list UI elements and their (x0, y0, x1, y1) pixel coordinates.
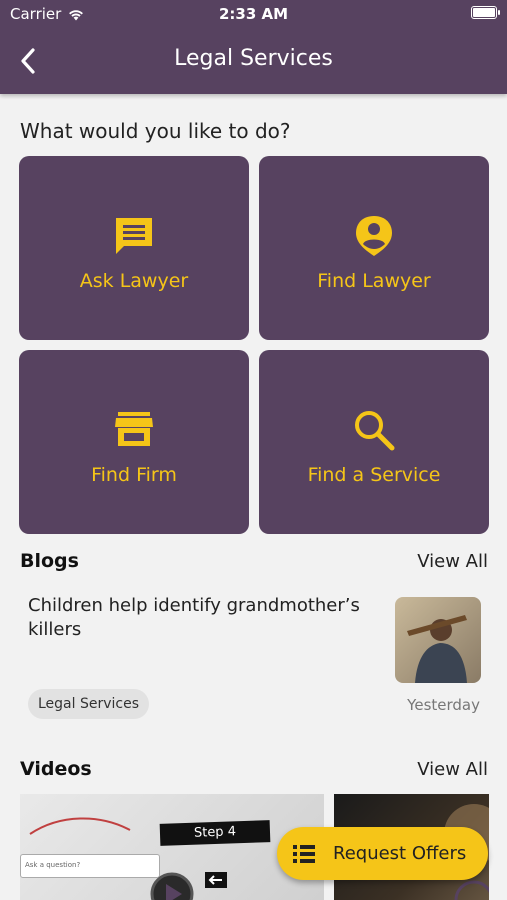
nav-bar: Legal Services (0, 28, 507, 94)
blog-thumbnail-image (395, 597, 481, 683)
battery-icon (471, 6, 500, 19)
action-prompt: What would you like to do? (20, 119, 291, 143)
blog-category-tag: Legal Services (28, 689, 150, 719)
request-offers-button[interactable]: Request Offers (277, 827, 488, 880)
blog-date: Yesterday (407, 696, 480, 714)
blogs-view-all-link[interactable]: View All (417, 551, 488, 572)
find-service-label: Find a Service (307, 464, 441, 486)
person-pin-icon (356, 216, 392, 256)
page-title: Legal Services (174, 46, 333, 71)
status-bar: Carrier 2:33 AM (0, 0, 507, 28)
ask-lawyer-label: Ask Lawyer (79, 270, 189, 292)
ask-lawyer-tile[interactable]: Ask Lawyer (19, 156, 249, 340)
app-header: Carrier 2:33 AM Legal Services (0, 0, 507, 94)
blog-thumbnail[interactable] (395, 597, 481, 683)
find-firm-tile[interactable]: Find Firm (19, 350, 249, 534)
main-content: What would you like to do? Ask Lawyer Fi… (0, 94, 507, 900)
request-offers-label: Request Offers (333, 843, 467, 864)
blogs-section-title: Blogs (20, 550, 79, 572)
find-lawyer-tile[interactable]: Find Lawyer (259, 156, 489, 340)
blog-headline[interactable]: Children help identify grandmother’s kil… (28, 594, 378, 642)
store-icon (115, 412, 153, 446)
find-firm-label: Find Firm (91, 464, 177, 486)
videos-section-title: Videos (20, 758, 92, 780)
chat-icon (116, 218, 152, 254)
search-icon (355, 411, 395, 451)
status-time: 2:33 AM (218, 5, 289, 23)
list-icon (293, 844, 315, 863)
find-service-tile[interactable]: Find a Service (259, 350, 489, 534)
videos-view-all-link[interactable]: View All (417, 759, 488, 780)
find-lawyer-label: Find Lawyer (317, 270, 431, 292)
